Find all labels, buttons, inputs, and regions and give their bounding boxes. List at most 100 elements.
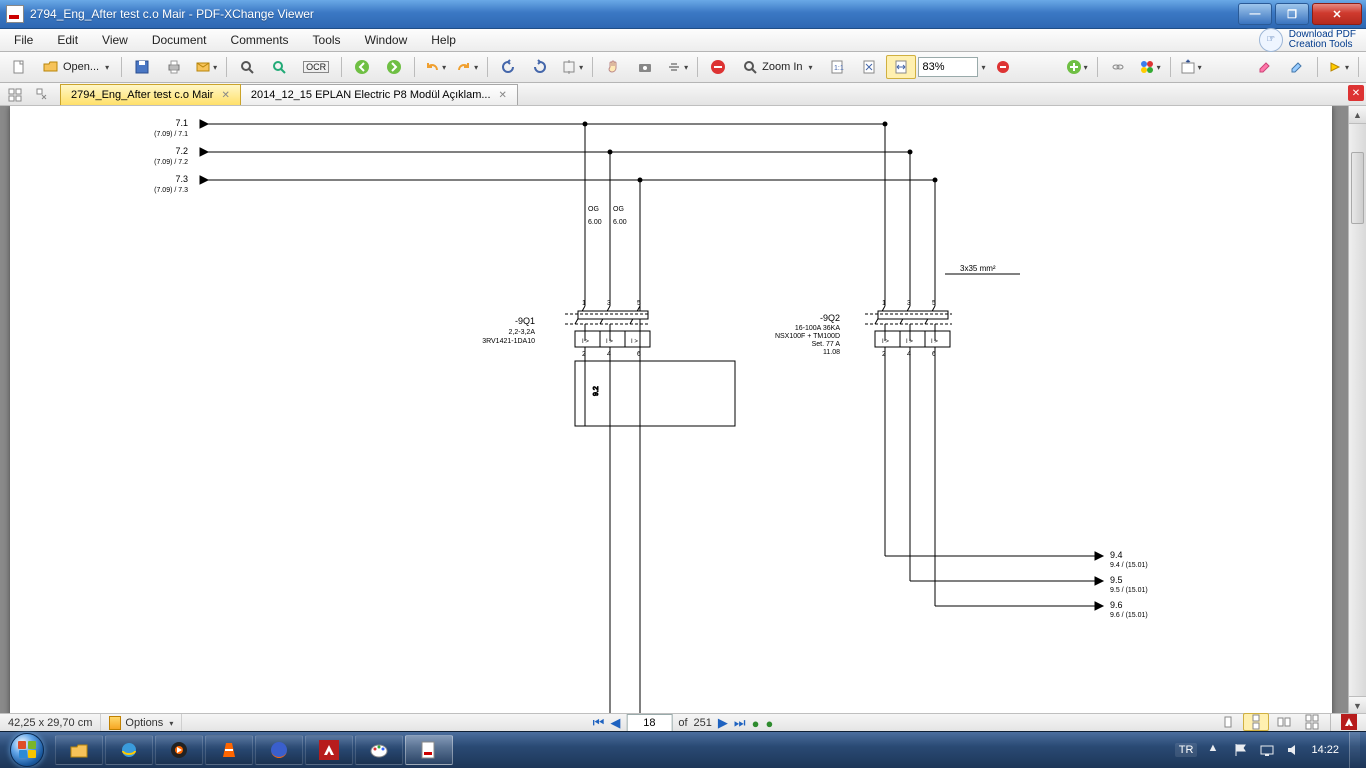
promo-line2: Creation Tools	[1289, 40, 1356, 50]
menu-edit[interactable]: Edit	[47, 31, 88, 49]
rotate-ccw-icon[interactable]	[493, 55, 523, 79]
show-desktop-button[interactable]	[1349, 732, 1360, 768]
ocr-button[interactable]: OCR	[296, 55, 336, 79]
scroll-thumb[interactable]	[1351, 152, 1364, 224]
tray-network-icon[interactable]	[1259, 742, 1275, 758]
promo-download-pdf-tools[interactable]: ☞ Download PDF Creation Tools	[1259, 28, 1362, 52]
taskbar-acrobat[interactable]	[305, 735, 353, 765]
actual-size-icon[interactable]: 1:1	[822, 55, 852, 79]
nav-forward-button[interactable]: ●	[765, 716, 773, 731]
menu-tools[interactable]: Tools	[303, 31, 351, 49]
close-all-tabs-button[interactable]: ✕	[1348, 85, 1364, 101]
translate-tool-icon[interactable]: ▾	[1135, 55, 1165, 79]
layout-facing-icon[interactable]	[1271, 713, 1297, 731]
nav-back-button[interactable]: ●	[752, 716, 760, 731]
tray-show-hidden-icon[interactable]: ▲	[1207, 742, 1223, 758]
tray-clock[interactable]: 14:22	[1311, 744, 1339, 756]
svg-text:7.2: 7.2	[175, 146, 188, 156]
status-bar: 42,25 x 29,70 cm Options ▾ ⏮ ◀ of 251 ▶ …	[0, 713, 1366, 732]
menu-view[interactable]: View	[92, 31, 138, 49]
scroll-up-button[interactable]: ▲	[1349, 106, 1366, 124]
highlight-tool-icon[interactable]	[1250, 55, 1280, 79]
back-button[interactable]	[347, 55, 377, 79]
taskbar-mediaplayer[interactable]	[155, 735, 203, 765]
first-page-button[interactable]: ⏮	[593, 715, 605, 731]
menu-window[interactable]: Window	[355, 31, 418, 49]
taskbar-firefox[interactable]	[255, 735, 303, 765]
fit-page-icon[interactable]	[854, 55, 884, 79]
page-dimensions: 42,25 x 29,70 cm	[0, 714, 101, 732]
menu-help[interactable]: Help	[421, 31, 466, 49]
new-blank-icon[interactable]	[4, 55, 34, 79]
launch-tool-icon[interactable]: ▾	[1176, 55, 1206, 79]
prev-page-button[interactable]: ◀	[610, 715, 620, 731]
open-button[interactable]: Open... ▾	[36, 55, 116, 79]
thumbnails-pane-icon[interactable]	[2, 85, 28, 105]
zoom-out-small-button[interactable]	[988, 55, 1018, 79]
next-page-button[interactable]: ▶	[718, 715, 728, 731]
search-icon[interactable]	[264, 55, 294, 79]
undo-icon[interactable]: ▾	[420, 55, 450, 79]
start-button[interactable]	[0, 732, 54, 768]
email-icon[interactable]: ▾	[191, 55, 221, 79]
find-icon[interactable]	[232, 55, 262, 79]
svg-text:9.5: 9.5	[1110, 575, 1123, 585]
svg-text:I >: I >	[582, 339, 589, 345]
menu-document[interactable]: Document	[142, 31, 217, 49]
rotate-view-icon[interactable]: ▾	[557, 55, 587, 79]
svg-text:(7.09) / 7.1: (7.09) / 7.1	[154, 131, 188, 138]
link-tool-icon[interactable]	[1103, 55, 1133, 79]
taskbar-ie[interactable]	[105, 735, 153, 765]
tab-active-document[interactable]: 2794_Eng_After test c.o Mair✕	[60, 84, 241, 105]
zoom-out-button[interactable]	[703, 55, 733, 79]
svg-text:7.3: 7.3	[175, 174, 188, 184]
hand-tool-icon[interactable]	[598, 55, 628, 79]
close-button[interactable]: ✕	[1312, 3, 1362, 25]
zoom-in-button[interactable]: ▾	[1062, 55, 1092, 79]
taskbar-pdfxchange[interactable]	[405, 735, 453, 765]
scroll-track[interactable]	[1349, 124, 1366, 696]
options-button[interactable]: Options ▾	[101, 714, 182, 732]
system-tray: TR ▲ 14:22	[1175, 732, 1366, 768]
tab-inactive-document[interactable]: 2014_12_15 EPLAN Electric P8 Modül Açıkl…	[240, 84, 518, 105]
close-tab-icon[interactable]: ✕	[499, 90, 507, 101]
redo-icon[interactable]: ▾	[452, 55, 482, 79]
svg-text:Set. 77 A: Set. 77 A	[812, 341, 841, 348]
pdf-page[interactable]: 3x35 mm² OG OG 6.00 6.00	[10, 106, 1332, 714]
svg-text:3: 3	[907, 300, 911, 307]
layout-single-icon[interactable]	[1215, 713, 1241, 731]
adobe-icon[interactable]	[1336, 713, 1362, 731]
layout-facing-continuous-icon[interactable]	[1299, 713, 1325, 731]
tray-volume-icon[interactable]	[1285, 742, 1301, 758]
svg-text:I >: I >	[631, 339, 638, 345]
layout-continuous-icon[interactable]	[1243, 713, 1269, 731]
language-indicator[interactable]: TR	[1175, 743, 1198, 757]
zoom-tool-button[interactable]: Zoom In ▾	[735, 55, 819, 79]
maximize-button[interactable]: ❐	[1275, 3, 1309, 25]
snapshot-tool-icon[interactable]	[630, 55, 660, 79]
menu-file[interactable]: File	[4, 31, 43, 49]
windows-taskbar: TR ▲ 14:22	[0, 731, 1366, 768]
bookmarks-pane-icon[interactable]	[30, 85, 56, 105]
tray-flag-icon[interactable]	[1233, 742, 1249, 758]
vertical-scrollbar[interactable]: ▲ ▼	[1348, 106, 1366, 714]
select-tool-icon[interactable]: ▾	[662, 55, 692, 79]
taskbar-vlc[interactable]	[205, 735, 253, 765]
zoom-value-input[interactable]: 83%	[918, 57, 978, 77]
taskbar-paint[interactable]	[355, 735, 403, 765]
menu-comments[interactable]: Comments	[221, 31, 299, 49]
fit-width-icon[interactable]	[886, 55, 916, 79]
taskbar-explorer[interactable]	[55, 735, 103, 765]
last-page-button[interactable]: ⏭	[734, 715, 746, 731]
strikeout-tool-icon[interactable]	[1282, 55, 1312, 79]
save-icon[interactable]	[127, 55, 157, 79]
zoom-dropdown-icon[interactable]: ▾	[982, 63, 986, 72]
minimize-button[interactable]: —	[1238, 3, 1272, 25]
print-icon[interactable]	[159, 55, 189, 79]
forward-button[interactable]	[379, 55, 409, 79]
rotate-cw-icon[interactable]	[525, 55, 555, 79]
close-tab-icon[interactable]: ✕	[221, 90, 229, 101]
scroll-down-button[interactable]: ▼	[1349, 696, 1366, 714]
comment-style-icon[interactable]: ▾	[1323, 55, 1353, 79]
current-page-input[interactable]	[626, 714, 672, 732]
